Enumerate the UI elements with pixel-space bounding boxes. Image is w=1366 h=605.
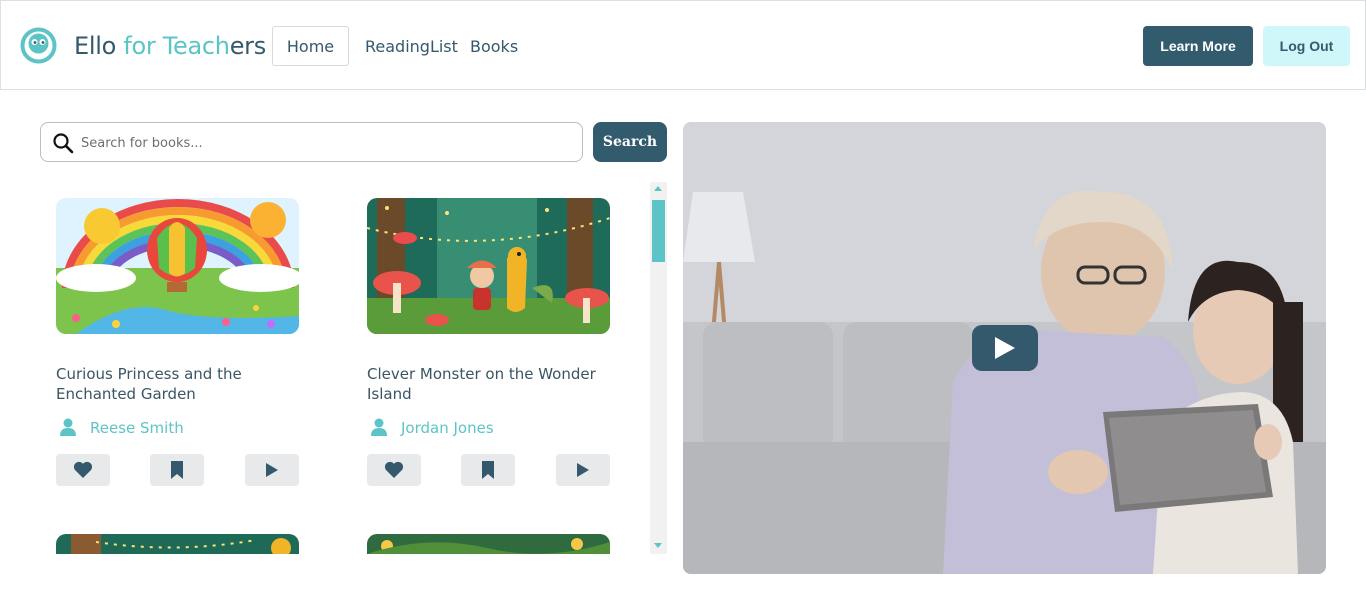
book-cover-image[interactable] bbox=[367, 198, 610, 334]
top-navbar: Ello for Teachers Home ReadingList Books… bbox=[0, 0, 1366, 90]
play-button[interactable] bbox=[556, 454, 610, 486]
like-button[interactable] bbox=[56, 454, 110, 486]
book-cover-image[interactable] bbox=[56, 534, 299, 554]
book-cover-image[interactable] bbox=[367, 534, 610, 554]
author-row: Jordan Jones bbox=[367, 418, 610, 438]
author-row: Reese Smith bbox=[56, 418, 299, 438]
person-icon bbox=[60, 418, 76, 436]
intro-video[interactable] bbox=[683, 122, 1326, 574]
play-icon bbox=[577, 463, 589, 477]
bookmark-button[interactable] bbox=[461, 454, 515, 486]
play-icon bbox=[266, 463, 278, 477]
book-title[interactable]: Curious Princess and the Enchanted Garde… bbox=[56, 364, 299, 404]
scroll-thumb[interactable] bbox=[652, 200, 665, 262]
heart-icon bbox=[384, 461, 404, 478]
play-button[interactable] bbox=[245, 454, 299, 486]
like-button[interactable] bbox=[367, 454, 421, 486]
brand-name: Ello for Teachers bbox=[74, 32, 266, 60]
person-icon bbox=[371, 418, 387, 436]
scroll-up-arrow-icon[interactable] bbox=[654, 186, 662, 191]
play-icon bbox=[995, 337, 1015, 359]
log-out-button[interactable]: Log Out bbox=[1263, 26, 1350, 66]
heart-icon bbox=[73, 461, 93, 478]
book-list-scrollbar[interactable] bbox=[650, 182, 667, 554]
search-box bbox=[40, 122, 583, 162]
author-name[interactable]: Reese Smith bbox=[90, 419, 184, 437]
learn-more-button[interactable]: Learn More bbox=[1143, 26, 1253, 66]
book-list[interactable]: Curious Princess and the Enchanted Garde… bbox=[40, 182, 650, 554]
ello-logo-icon[interactable] bbox=[20, 27, 57, 64]
book-title[interactable]: Clever Monster on the Wonder Island bbox=[367, 364, 610, 404]
book-cover-image[interactable] bbox=[56, 198, 299, 334]
nav-home[interactable]: Home bbox=[272, 26, 349, 66]
search-input[interactable] bbox=[81, 132, 561, 154]
bookmark-icon bbox=[171, 461, 183, 479]
scroll-down-arrow-icon[interactable] bbox=[654, 543, 662, 548]
video-play-button[interactable] bbox=[972, 325, 1038, 371]
bookmark-button[interactable] bbox=[150, 454, 204, 486]
nav-books[interactable]: Books bbox=[470, 37, 518, 56]
search-icon bbox=[53, 133, 74, 154]
bookmark-icon bbox=[482, 461, 494, 479]
author-name[interactable]: Jordan Jones bbox=[401, 419, 494, 437]
nav-reading-list[interactable]: ReadingList bbox=[365, 37, 458, 56]
search-button[interactable]: Search bbox=[593, 122, 667, 162]
